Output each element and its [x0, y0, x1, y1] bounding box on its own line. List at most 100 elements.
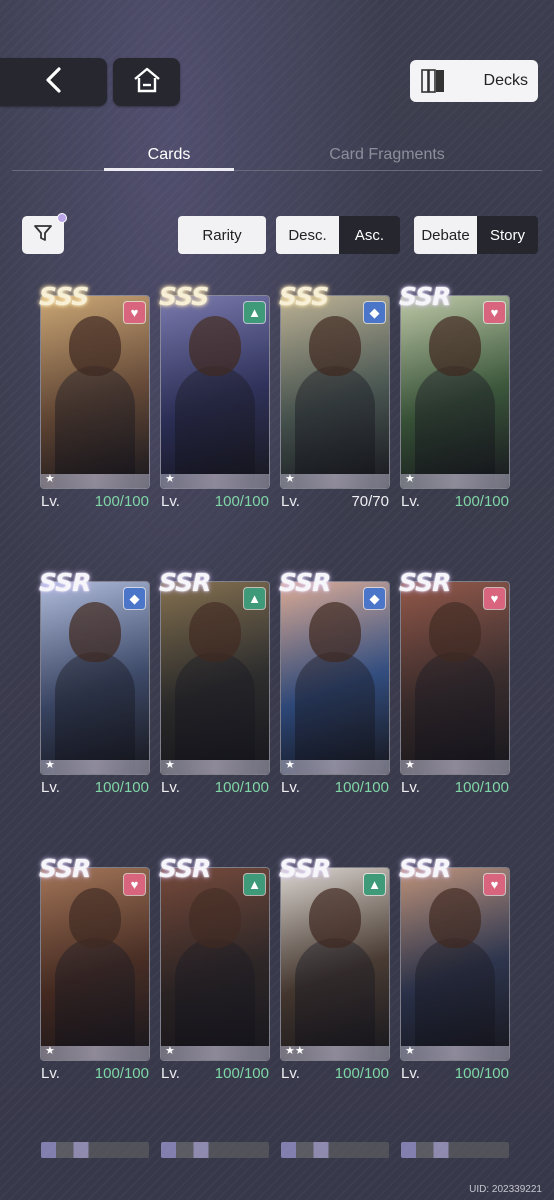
- tab-cards[interactable]: Cards: [104, 146, 234, 164]
- mode-story-button[interactable]: Story: [477, 216, 538, 254]
- card-item[interactable]: SSR ◆ ★ Lv. 100/100: [39, 568, 149, 816]
- level-label: Lv.: [41, 493, 60, 510]
- star-rank: ★: [165, 1045, 175, 1057]
- card-stub: [281, 1138, 389, 1158]
- rarity-label: SSR: [39, 854, 91, 883]
- level-value: 100/100: [214, 493, 269, 510]
- level-value: 100/100: [334, 779, 389, 796]
- level-label: Lv.: [401, 1065, 420, 1082]
- star-rank: ★: [285, 473, 295, 485]
- level-label: Lv.: [161, 493, 180, 510]
- heart-icon: ♥: [484, 302, 505, 323]
- card-art: [41, 868, 149, 1060]
- star-rank: ★: [405, 759, 415, 771]
- star-rank: ★: [165, 473, 175, 485]
- rarity-label: SSS: [39, 282, 89, 311]
- decks-button[interactable]: Decks: [410, 60, 538, 102]
- card-item[interactable]: SSR ▲ ★★ Lv. 100/100: [279, 854, 389, 1102]
- level-value: 100/100: [334, 1065, 389, 1082]
- active-tab-indicator: [104, 168, 234, 171]
- star-rank: ★: [285, 759, 295, 771]
- triangle-icon: ▲: [364, 874, 385, 895]
- triangle-icon: ▲: [244, 874, 265, 895]
- card-stub: [161, 1138, 269, 1158]
- level-value: 100/100: [94, 1065, 149, 1082]
- level-label: Lv.: [161, 779, 180, 796]
- star-rank: ★★: [285, 1045, 305, 1057]
- heart-icon: ♥: [484, 588, 505, 609]
- card-item[interactable]: SSS ♥ ★ Lv. 100/100: [39, 282, 149, 530]
- level-value: 100/100: [214, 779, 269, 796]
- home-icon: [132, 66, 162, 99]
- card-art: [281, 296, 389, 488]
- uid-label: UID: 202339221: [469, 1184, 542, 1195]
- level-value: 100/100: [94, 493, 149, 510]
- decks-icon: [420, 68, 450, 99]
- card-item[interactable]: SSR ♥ ★ Lv. 100/100: [39, 854, 149, 1102]
- level-value: 100/100: [214, 1065, 269, 1082]
- chevron-left-icon: [43, 66, 65, 99]
- filter-icon: [32, 222, 54, 249]
- mode-debate-button[interactable]: Debate: [414, 216, 477, 254]
- triangle-icon: ▲: [244, 588, 265, 609]
- card-art: [401, 296, 509, 488]
- card-stub: [41, 1138, 149, 1158]
- card-item[interactable]: SSR ♥ ★ Lv. 100/100: [399, 854, 509, 1102]
- level-value: 70/70: [351, 493, 389, 510]
- card-art: [41, 582, 149, 774]
- star-rank: ★: [405, 473, 415, 485]
- rarity-label: SSR: [399, 282, 451, 311]
- card-art: [281, 582, 389, 774]
- sort-desc-button[interactable]: Desc.: [276, 216, 339, 254]
- tab-bar: Cards Card Fragments: [12, 140, 542, 171]
- card-item[interactable]: SSR ◆ ★ Lv. 100/100: [279, 568, 389, 816]
- level-label: Lv.: [41, 1065, 60, 1082]
- heart-icon: ♥: [124, 302, 145, 323]
- diamond-icon: ◆: [124, 588, 145, 609]
- rarity-label: SSR: [399, 854, 451, 883]
- card-item[interactable]: SSR ▲ ★ Lv. 100/100: [159, 568, 269, 816]
- level-label: Lv.: [281, 779, 300, 796]
- sort-rarity-button[interactable]: Rarity: [178, 216, 266, 254]
- card-item[interactable]: SSR ▲ ★ Lv. 100/100: [159, 854, 269, 1102]
- rarity-label: SSR: [39, 568, 91, 597]
- decks-label: Decks: [483, 72, 528, 89]
- diamond-icon: ◆: [364, 588, 385, 609]
- level-label: Lv.: [41, 779, 60, 796]
- rarity-label: SSR: [279, 854, 331, 883]
- card-item[interactable]: SSR ♥ ★ Lv. 100/100: [399, 568, 509, 816]
- card-art: [161, 296, 269, 488]
- card-art: [401, 868, 509, 1060]
- card-stub: [401, 1138, 509, 1158]
- star-rank: ★: [45, 473, 55, 485]
- level-value: 100/100: [454, 779, 509, 796]
- card-item[interactable]: SSR ♥ ★ Lv. 100/100: [399, 282, 509, 530]
- card-item[interactable]: SSS ▲ ★ Lv. 100/100: [159, 282, 269, 530]
- level-label: Lv.: [161, 1065, 180, 1082]
- level-label: Lv.: [281, 493, 300, 510]
- home-button[interactable]: [113, 58, 180, 106]
- tab-card-fragments[interactable]: Card Fragments: [312, 146, 462, 164]
- triangle-icon: ▲: [244, 302, 265, 323]
- rarity-label: SSR: [399, 568, 451, 597]
- star-rank: ★: [165, 759, 175, 771]
- card-art: [41, 296, 149, 488]
- card-art: [161, 868, 269, 1060]
- star-rank: ★: [45, 1045, 55, 1057]
- rarity-label: SSS: [159, 282, 209, 311]
- rarity-label: SSR: [159, 568, 211, 597]
- heart-icon: ♥: [124, 874, 145, 895]
- star-rank: ★: [45, 759, 55, 771]
- card-art: [161, 582, 269, 774]
- card-art: [401, 582, 509, 774]
- notification-dot: [57, 213, 67, 223]
- back-button[interactable]: [0, 58, 107, 106]
- level-label: Lv.: [401, 493, 420, 510]
- rarity-label: SSS: [279, 282, 329, 311]
- level-value: 100/100: [94, 779, 149, 796]
- rarity-label: SSR: [279, 568, 331, 597]
- sort-asc-button[interactable]: Asc.: [339, 216, 400, 254]
- diamond-icon: ◆: [364, 302, 385, 323]
- filter-button[interactable]: [22, 213, 67, 254]
- card-item[interactable]: SSS ◆ ★ Lv. 70/70: [279, 282, 389, 530]
